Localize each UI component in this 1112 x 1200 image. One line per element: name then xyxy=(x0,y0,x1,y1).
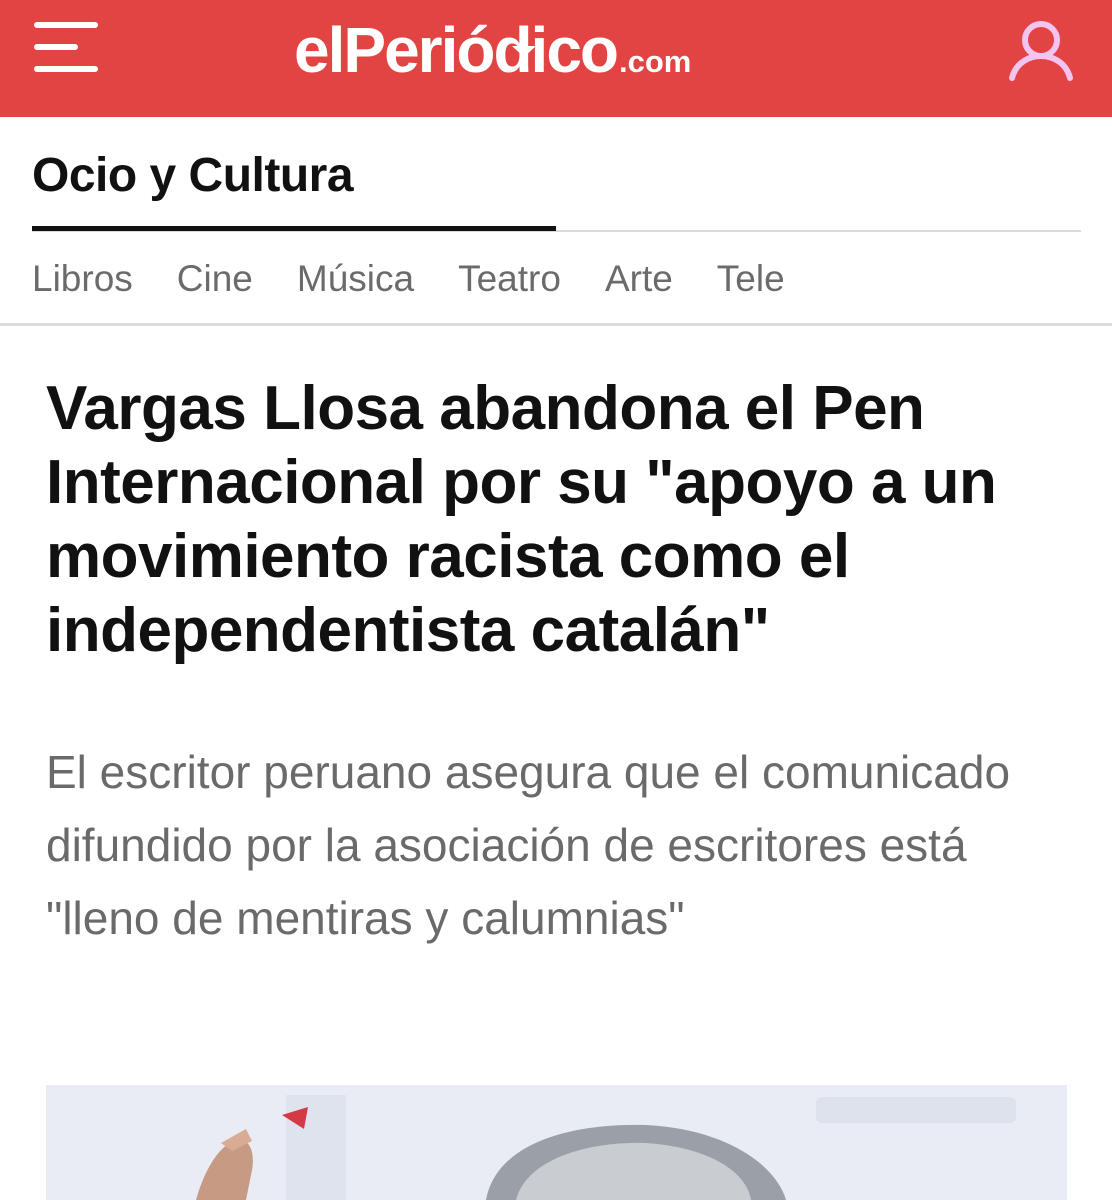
site-header: elPeriódico .com xyxy=(0,0,1112,117)
subnav-item-tele[interactable]: Tele xyxy=(717,256,785,302)
article-photo[interactable] xyxy=(46,1085,1067,1200)
edition-dropdown-icon[interactable] xyxy=(512,46,536,57)
section-subnav: Libros Cine Música Teatro Arte Tele xyxy=(32,256,829,302)
logo-domain-text: .com xyxy=(619,44,692,79)
section-title[interactable]: Ocio y Cultura xyxy=(32,148,354,203)
site-logo[interactable]: elPeriódico .com xyxy=(294,10,691,90)
subnav-item-musica[interactable]: Música xyxy=(297,256,414,302)
hamburger-menu-icon[interactable] xyxy=(34,20,100,76)
subnav-item-arte[interactable]: Arte xyxy=(605,256,673,302)
section-active-underline xyxy=(32,226,556,231)
subnav-item-cine[interactable]: Cine xyxy=(177,256,253,302)
user-icon[interactable] xyxy=(1006,18,1076,82)
logo-main-text: elPeriódico xyxy=(294,14,619,86)
subnav-item-libros[interactable]: Libros xyxy=(32,256,133,302)
subnav-divider xyxy=(0,323,1112,326)
subnav-item-teatro[interactable]: Teatro xyxy=(458,256,561,302)
article-subtitle: El escritor peruano asegura que el comun… xyxy=(46,746,1011,944)
article-headline: Vargas Llosa abandona el Pen Internacion… xyxy=(46,374,997,665)
